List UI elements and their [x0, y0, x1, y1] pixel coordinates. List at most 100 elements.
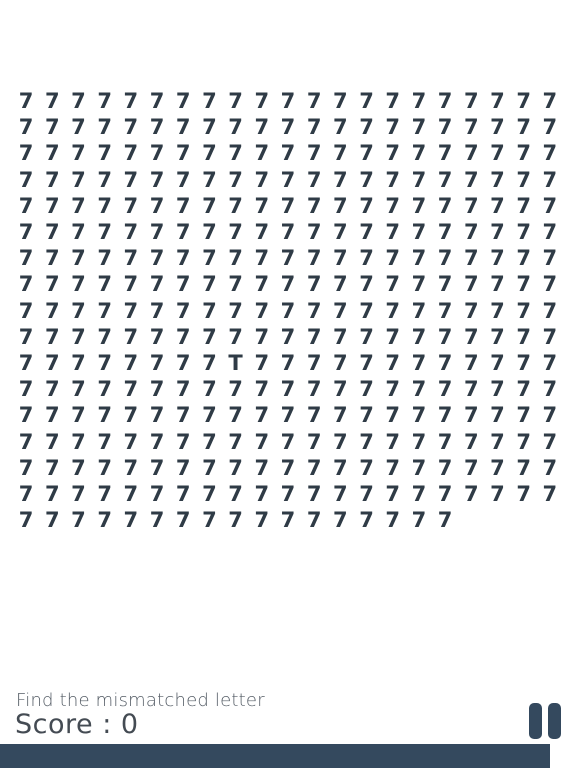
letter-cell[interactable]: 7 [223, 298, 249, 324]
letter-cell[interactable]: 7 [327, 428, 353, 454]
letter-cell[interactable]: 7 [406, 507, 432, 533]
letter-cell[interactable]: 7 [511, 88, 537, 114]
letter-cell[interactable]: 7 [92, 193, 118, 219]
letter-cell[interactable]: 7 [537, 455, 563, 481]
letter-cell[interactable]: 7 [432, 481, 458, 507]
letter-cell[interactable]: 7 [432, 324, 458, 350]
letter-cell[interactable]: 7 [118, 455, 144, 481]
letter-cell[interactable]: 7 [432, 140, 458, 166]
letter-cell[interactable]: 7 [537, 298, 563, 324]
letter-cell[interactable]: 7 [406, 402, 432, 428]
letter-cell[interactable]: 7 [65, 376, 91, 402]
letter-cell[interactable]: 7 [170, 245, 196, 271]
letter-cell[interactable]: 7 [39, 167, 65, 193]
letter-cell[interactable]: 7 [406, 219, 432, 245]
letter-cell[interactable]: 7 [511, 245, 537, 271]
letter-cell[interactable]: 7 [537, 114, 563, 140]
letter-cell[interactable]: 7 [275, 507, 301, 533]
letter-cell[interactable]: 7 [92, 298, 118, 324]
letter-cell[interactable]: 7 [118, 481, 144, 507]
letter-cell[interactable]: 7 [118, 428, 144, 454]
letter-cell[interactable]: 7 [511, 376, 537, 402]
letter-cell[interactable]: 7 [13, 350, 39, 376]
letter-cell[interactable]: 7 [39, 88, 65, 114]
letter-cell[interactable]: 7 [484, 376, 510, 402]
letter-cell[interactable]: 7 [511, 219, 537, 245]
letter-cell[interactable]: 7 [327, 245, 353, 271]
letter-cell[interactable]: 7 [170, 350, 196, 376]
letter-cell[interactable]: 7 [65, 140, 91, 166]
letter-cell[interactable]: 7 [170, 271, 196, 297]
letter-cell[interactable]: 7 [406, 350, 432, 376]
letter-cell[interactable]: 7 [249, 481, 275, 507]
letter-cell[interactable]: 7 [196, 193, 222, 219]
letter-cell[interactable]: 7 [223, 219, 249, 245]
letter-cell[interactable]: 7 [484, 428, 510, 454]
letter-cell[interactable]: 7 [118, 140, 144, 166]
letter-cell[interactable]: 7 [275, 88, 301, 114]
letter-cell[interactable]: 7 [511, 481, 537, 507]
letter-cell[interactable]: 7 [144, 193, 170, 219]
letter-cell[interactable]: 7 [327, 193, 353, 219]
letter-cell[interactable]: 7 [118, 298, 144, 324]
letter-cell[interactable]: 7 [380, 507, 406, 533]
letter-cell[interactable]: 7 [118, 193, 144, 219]
letter-cell[interactable]: 7 [92, 507, 118, 533]
letter-cell[interactable]: 7 [301, 298, 327, 324]
letter-cell[interactable]: 7 [353, 271, 379, 297]
letter-cell[interactable]: 7 [406, 428, 432, 454]
letter-cell[interactable]: 7 [249, 193, 275, 219]
letter-cell[interactable]: 7 [380, 350, 406, 376]
letter-cell[interactable]: 7 [92, 455, 118, 481]
letter-cell[interactable]: 7 [223, 481, 249, 507]
letter-cell[interactable]: 7 [432, 271, 458, 297]
letter-cell[interactable]: 7 [39, 114, 65, 140]
letter-cell[interactable]: 7 [170, 219, 196, 245]
letter-cell[interactable]: 7 [275, 219, 301, 245]
letter-cell[interactable]: 7 [458, 167, 484, 193]
letter-cell[interactable]: 7 [301, 88, 327, 114]
letter-cell[interactable]: 7 [353, 219, 379, 245]
letter-cell[interactable]: 7 [406, 88, 432, 114]
letter-cell[interactable]: 7 [380, 167, 406, 193]
letter-cell[interactable]: 7 [39, 481, 65, 507]
letter-cell[interactable]: 7 [92, 324, 118, 350]
letter-cell[interactable]: 7 [249, 455, 275, 481]
letter-cell[interactable]: 7 [39, 193, 65, 219]
letter-cell[interactable]: 7 [380, 402, 406, 428]
letter-cell[interactable]: 7 [406, 114, 432, 140]
letter-cell[interactable]: 7 [432, 507, 458, 533]
letter-cell[interactable]: 7 [92, 350, 118, 376]
letter-cell[interactable]: 7 [13, 376, 39, 402]
letter-cell[interactable]: 7 [353, 428, 379, 454]
letter-cell[interactable]: 7 [13, 219, 39, 245]
letter-cell[interactable]: 7 [118, 114, 144, 140]
letter-cell[interactable]: 7 [65, 245, 91, 271]
letter-cell[interactable]: 7 [432, 350, 458, 376]
letter-cell[interactable]: 7 [353, 245, 379, 271]
letter-cell[interactable]: 7 [327, 271, 353, 297]
letter-cell[interactable]: 7 [275, 114, 301, 140]
letter-cell[interactable]: 7 [196, 455, 222, 481]
letter-cell[interactable]: 7 [249, 324, 275, 350]
letter-cell[interactable]: 7 [13, 245, 39, 271]
letter-cell[interactable]: 7 [223, 88, 249, 114]
letter-cell[interactable]: 7 [511, 428, 537, 454]
letter-cell[interactable]: 7 [13, 271, 39, 297]
letter-cell[interactable]: 7 [301, 402, 327, 428]
letter-cell[interactable]: 7 [432, 402, 458, 428]
letter-cell[interactable]: 7 [170, 324, 196, 350]
letter-cell[interactable]: 7 [301, 140, 327, 166]
letter-cell[interactable]: 7 [196, 140, 222, 166]
letter-cell[interactable]: 7 [327, 140, 353, 166]
letter-cell[interactable]: 7 [511, 298, 537, 324]
letter-cell[interactable]: 7 [327, 167, 353, 193]
letter-cell[interactable]: 7 [511, 402, 537, 428]
letter-cell[interactable]: 7 [406, 193, 432, 219]
letter-cell[interactable]: 7 [13, 455, 39, 481]
letter-cell[interactable]: 7 [353, 140, 379, 166]
letter-cell[interactable]: 7 [432, 167, 458, 193]
letter-cell[interactable]: 7 [511, 193, 537, 219]
letter-cell[interactable]: 7 [537, 245, 563, 271]
letter-cell[interactable]: 7 [92, 376, 118, 402]
